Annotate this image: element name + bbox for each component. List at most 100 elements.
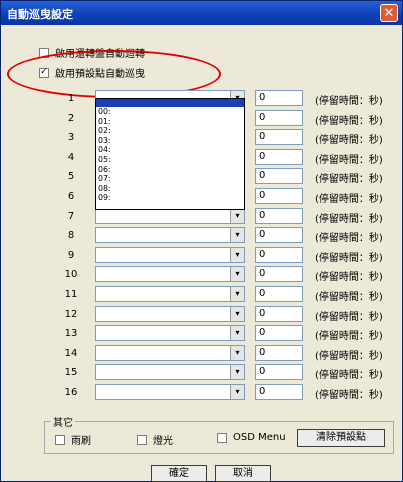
chevron-down-icon[interactable]: ▾ [230, 208, 244, 223]
dropdown-item[interactable]: 05: [96, 155, 244, 165]
dropdown-item[interactable]: 04: [96, 145, 244, 155]
dwell-time-input[interactable]: 0 [255, 168, 303, 185]
dwell-time-input[interactable]: 0 [255, 384, 303, 400]
chevron-down-icon[interactable]: ▾ [230, 345, 244, 360]
close-button[interactable]: ✕ [380, 4, 398, 22]
row-number: 9 [67, 249, 75, 261]
chevron-down-icon[interactable]: ▾ [230, 385, 244, 399]
osd-menu-checkbox[interactable] [217, 432, 227, 443]
dwell-time-input[interactable]: 0 [255, 286, 303, 302]
preset-row: 8 ▾ 0 (停留時間：秒) [1, 227, 403, 245]
dwell-time-input[interactable]: 0 [255, 207, 303, 224]
dropdown-item[interactable]: 06: [96, 165, 244, 175]
preset-select[interactable]: ▾ [95, 344, 245, 361]
row-number: 12 [64, 308, 78, 320]
preset-select[interactable]: ▾ [95, 246, 245, 263]
auto-tour-dialog: 自動巡曳設定 ✕ 啟用還轉盤自動迴轉 ✓ 啟用預設點自動巡曳 1 ▾ 0 (停留時間：… [0, 0, 403, 482]
cancel-button[interactable]: 取消 [215, 465, 271, 482]
dwell-time-hint: (停留時間：秒) [315, 194, 383, 205]
title-bar: 自動巡曳設定 ✕ [1, 1, 402, 25]
row-number: 2 [67, 112, 75, 124]
dropdown-item[interactable]: 01: [96, 117, 244, 127]
row-number: 3 [67, 132, 75, 144]
chevron-down-icon[interactable]: ▾ [230, 326, 244, 341]
row-number: 8 [67, 230, 75, 242]
preset-tour-label: 啟用預設點自動巡曳 [55, 69, 145, 80]
light-checkbox[interactable] [137, 434, 147, 445]
row-number: 6 [67, 191, 75, 202]
preset-select[interactable]: ▾ [95, 286, 245, 302]
auto-rotate-label: 啟用還轉盤自動迴轉 [55, 49, 145, 60]
row-number: 10 [64, 269, 78, 281]
dwell-time-input[interactable]: 0 [255, 129, 303, 146]
preset-select[interactable]: ▾ [95, 266, 245, 283]
dropdown-item[interactable]: 03: [96, 136, 244, 146]
chevron-down-icon[interactable]: ▾ [230, 267, 244, 282]
wiper-option[interactable]: 雨刷 [55, 432, 91, 447]
dropdown-item[interactable]: 09: [96, 193, 244, 203]
preset-row: 13 ▾ 0 (停留時間：秒) [1, 325, 403, 343]
dwell-time-input[interactable]: 0 [255, 266, 303, 283]
row-number: 14 [64, 347, 78, 359]
dropdown-item[interactable]: 02: [96, 126, 244, 136]
row-number: 1 [67, 93, 75, 104]
chevron-down-icon[interactable]: ▾ [230, 306, 244, 321]
dwell-time-hint: (停留時間：秒) [315, 272, 383, 284]
dwell-time-input[interactable]: 0 [255, 188, 303, 204]
preset-select[interactable]: ▾ [95, 364, 245, 381]
preset-tour-option[interactable]: ✓ 啟用預設點自動巡曳 [39, 65, 145, 80]
light-label: 燈光 [153, 436, 173, 447]
dwell-time-hint: (停留時間：秒) [315, 331, 383, 343]
dwell-time-hint: (停留時間：秒) [315, 174, 383, 186]
dwell-time-hint: (停留時間：秒) [315, 292, 383, 303]
dwell-time-input[interactable]: 0 [255, 325, 303, 342]
dwell-time-hint: (停留時間：秒) [315, 115, 383, 127]
preset-row: 14 ▾ 0 (停留時間：秒) [1, 344, 403, 363]
row-number: 5 [67, 171, 75, 183]
preset-tour-checkbox[interactable]: ✓ [39, 67, 49, 78]
osd-menu-option[interactable]: OSD Menu [217, 432, 286, 443]
dwell-time-input[interactable]: 0 [255, 364, 303, 381]
row-number: 13 [64, 328, 78, 340]
dwell-time-hint: (停留時間：秒) [315, 154, 383, 166]
dwell-time-hint: (停留時間：秒) [315, 213, 383, 225]
dwell-time-input[interactable]: 0 [255, 246, 303, 263]
clear-presets-button[interactable]: 清除預設點 [297, 429, 385, 447]
dwell-time-hint: (停留時間：秒) [315, 96, 383, 107]
preset-dropdown-list[interactable]: 00: 01: 02: 03: 04: 05: 06: 07: 08: 09: [95, 98, 245, 210]
dropdown-selected-item[interactable] [96, 99, 244, 107]
preset-row: 10 ▾ 0 (停留時間：秒) [1, 266, 403, 284]
dwell-time-hint: (停留時間：秒) [315, 311, 383, 323]
dropdown-item[interactable]: 00: [96, 107, 244, 117]
dwell-time-hint: (停留時間：秒) [315, 135, 383, 147]
auto-rotate-checkbox[interactable] [39, 47, 49, 58]
dwell-time-hint: (停留時間：秒) [315, 390, 383, 401]
chevron-down-icon[interactable]: ▾ [230, 247, 244, 262]
chevron-down-icon[interactable]: ▾ [230, 365, 244, 380]
dwell-time-input[interactable]: 0 [255, 148, 303, 165]
dropdown-item[interactable]: 07: [96, 174, 244, 184]
preset-row: 12 ▾ 0 (停留時間：秒) [1, 305, 403, 324]
dwell-time-input[interactable]: 0 [255, 109, 303, 126]
preset-select[interactable]: ▾ [95, 305, 245, 322]
preset-select[interactable]: ▾ [95, 384, 245, 400]
preset-select[interactable]: ▾ [95, 325, 245, 342]
row-number: 16 [64, 387, 78, 398]
dwell-time-input[interactable]: 0 [255, 227, 303, 244]
chevron-down-icon[interactable]: ▾ [230, 287, 244, 301]
preset-row: 11 ▾ 0 (停留時間：秒) [1, 286, 403, 304]
chevron-down-icon[interactable]: ▾ [230, 228, 244, 243]
light-option[interactable]: 燈光 [137, 432, 173, 447]
auto-rotate-option[interactable]: 啟用還轉盤自動迴轉 [39, 45, 145, 60]
dwell-time-input[interactable]: 0 [255, 90, 303, 106]
ok-button[interactable]: 確定 [151, 465, 207, 482]
dwell-time-hint: (停留時間：秒) [315, 233, 383, 245]
osd-menu-label: OSD Menu [233, 432, 286, 443]
dwell-time-hint: (停留時間：秒) [315, 252, 383, 264]
dropdown-item[interactable]: 08: [96, 184, 244, 194]
wiper-checkbox[interactable] [55, 434, 65, 445]
preset-select[interactable]: ▾ [95, 227, 245, 244]
dwell-time-input[interactable]: 0 [255, 344, 303, 361]
dwell-time-hint: (停留時間：秒) [315, 350, 383, 362]
dwell-time-input[interactable]: 0 [255, 305, 303, 322]
